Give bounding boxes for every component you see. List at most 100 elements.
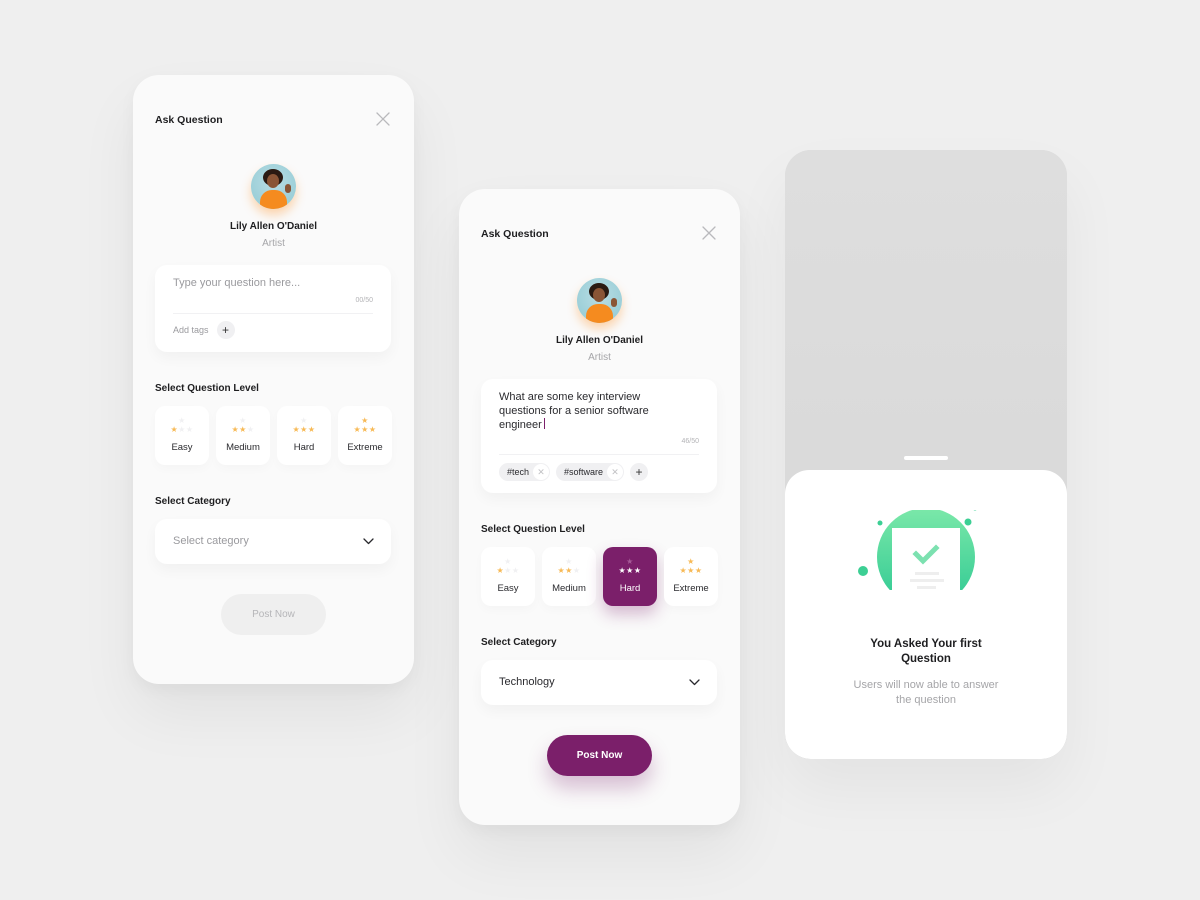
level-option-hard[interactable]: ★ ★★★ Hard xyxy=(277,406,331,465)
star-icon: ★ xyxy=(626,557,634,566)
question-input[interactable]: Type your question here... xyxy=(173,277,300,289)
text-caret xyxy=(543,418,546,429)
tags-row: Add tags + xyxy=(173,321,235,339)
level-option-extreme[interactable]: ★ ★★★ Extreme xyxy=(664,547,718,606)
star-rating-icon: ★ ★★★ xyxy=(542,558,596,575)
star-icon: ★ xyxy=(572,566,581,575)
screen-title: Ask Question xyxy=(155,114,223,126)
star-icon: ★ xyxy=(511,566,520,575)
document-check-icon xyxy=(858,510,977,590)
level-label: Medium xyxy=(226,442,260,453)
level-label: Easy xyxy=(171,442,193,453)
category-value: Technology xyxy=(499,676,555,688)
category-select[interactable]: Select category xyxy=(155,519,391,564)
category-select[interactable]: Technology xyxy=(481,660,717,705)
level-section-label: Select Question Level xyxy=(481,524,585,535)
star-icon: ★ xyxy=(361,416,369,425)
level-option-extreme[interactable]: ★ ★★★ Extreme xyxy=(338,406,392,465)
chevron-down-icon xyxy=(363,538,374,545)
star-icon: ★ xyxy=(353,425,362,434)
close-icon: ✕ xyxy=(537,466,545,477)
remove-tag-button[interactable]: ✕ xyxy=(533,464,550,480)
star-icon: ★ xyxy=(307,425,316,434)
close-icon xyxy=(702,226,716,240)
star-icon: ★ xyxy=(557,566,566,575)
star-icon: ★ xyxy=(504,566,512,575)
star-rating-icon: ★ ★★★ xyxy=(481,558,535,575)
success-title: You Asked Your first Question xyxy=(785,637,1067,666)
star-icon: ★ xyxy=(239,425,247,434)
level-options: ★ ★★★ Easy ★ ★★★ Medium ★ ★★★ Hard ★ ★★★ Extreme xyxy=(155,406,392,465)
category-section-label: Select Category xyxy=(481,637,557,648)
add-tag-button[interactable]: + xyxy=(216,321,235,339)
level-option-hard[interactable]: ★ ★★★ Hard xyxy=(603,547,657,606)
question-box: Type your question here... 00/50 Add tag… xyxy=(155,265,391,352)
post-now-button[interactable]: Post Now xyxy=(221,594,326,635)
user-role: Artist xyxy=(588,352,611,363)
star-icon: ★ xyxy=(694,566,703,575)
star-icon: ★ xyxy=(292,425,301,434)
divider xyxy=(173,313,373,314)
star-icon: ★ xyxy=(618,566,627,575)
ask-question-screen-empty: Ask Question Lily Allen O'Daniel Artist … xyxy=(133,75,414,684)
star-icon: ★ xyxy=(504,557,512,566)
success-title-line: Question xyxy=(901,652,951,665)
success-screen: You Asked Your first Question Users will… xyxy=(785,150,1067,759)
add-tag-button[interactable]: + xyxy=(630,463,649,481)
divider xyxy=(499,454,699,455)
star-icon: ★ xyxy=(178,425,186,434)
level-label: Medium xyxy=(552,583,586,594)
level-label: Extreme xyxy=(673,583,709,594)
star-icon: ★ xyxy=(687,557,695,566)
tag-label: #software xyxy=(564,467,604,477)
star-icon: ★ xyxy=(633,566,642,575)
success-subtitle-line: Users will now able to answer xyxy=(853,679,999,691)
star-icon: ★ xyxy=(687,566,695,575)
star-icon: ★ xyxy=(300,416,308,425)
question-text: What are some key interview questions fo… xyxy=(499,391,649,431)
star-rating-icon: ★ ★★★ xyxy=(338,417,392,434)
tags-row: #tech ✕ #software ✕ + xyxy=(499,463,649,481)
star-icon: ★ xyxy=(679,566,688,575)
level-option-easy[interactable]: ★ ★★★ Easy xyxy=(481,547,535,606)
close-icon xyxy=(376,112,390,126)
sheet-drag-handle[interactable] xyxy=(904,456,948,460)
star-icon: ★ xyxy=(565,566,573,575)
close-button[interactable] xyxy=(376,112,390,126)
plus-icon: + xyxy=(635,465,643,479)
star-icon: ★ xyxy=(178,416,186,425)
close-icon: ✕ xyxy=(611,466,619,477)
post-now-button[interactable]: Post Now xyxy=(547,735,652,776)
category-section-label: Select Category xyxy=(155,496,231,507)
level-option-medium[interactable]: ★ ★★★ Medium xyxy=(542,547,596,606)
character-count: 00/50 xyxy=(355,297,373,304)
level-option-medium[interactable]: ★ ★★★ Medium xyxy=(216,406,270,465)
star-icon: ★ xyxy=(361,425,369,434)
level-label: Hard xyxy=(619,583,641,594)
tag-chip: #software ✕ xyxy=(556,463,625,481)
level-options: ★ ★★★ Easy ★ ★★★ Medium ★ ★★★ Hard ★ ★★★ Extreme xyxy=(481,547,718,606)
star-icon: ★ xyxy=(496,566,505,575)
star-rating-icon: ★ ★★★ xyxy=(277,417,331,434)
level-label: Easy xyxy=(497,583,519,594)
remove-tag-button[interactable]: ✕ xyxy=(607,464,624,480)
chevron-down-icon xyxy=(689,679,700,686)
level-option-easy[interactable]: ★ ★★★ Easy xyxy=(155,406,209,465)
plus-icon: + xyxy=(222,323,230,337)
success-bottom-sheet: You Asked Your first Question Users will… xyxy=(785,470,1067,759)
star-icon: ★ xyxy=(231,425,240,434)
level-label: Extreme xyxy=(347,442,383,453)
user-avatar xyxy=(577,278,622,323)
star-icon: ★ xyxy=(246,425,255,434)
star-rating-icon: ★ ★★★ xyxy=(664,558,718,575)
ask-question-screen-filled: Ask Question Lily Allen O'Daniel Artist … xyxy=(459,189,740,825)
question-input[interactable]: What are some key interview questions fo… xyxy=(499,391,679,433)
star-rating-icon: ★ ★★★ xyxy=(603,558,657,575)
star-icon: ★ xyxy=(239,416,247,425)
close-button[interactable] xyxy=(702,226,716,240)
star-icon: ★ xyxy=(626,566,634,575)
user-role: Artist xyxy=(262,238,285,249)
star-icon: ★ xyxy=(185,425,194,434)
star-icon: ★ xyxy=(300,425,308,434)
add-tags-label: Add tags xyxy=(173,325,209,335)
